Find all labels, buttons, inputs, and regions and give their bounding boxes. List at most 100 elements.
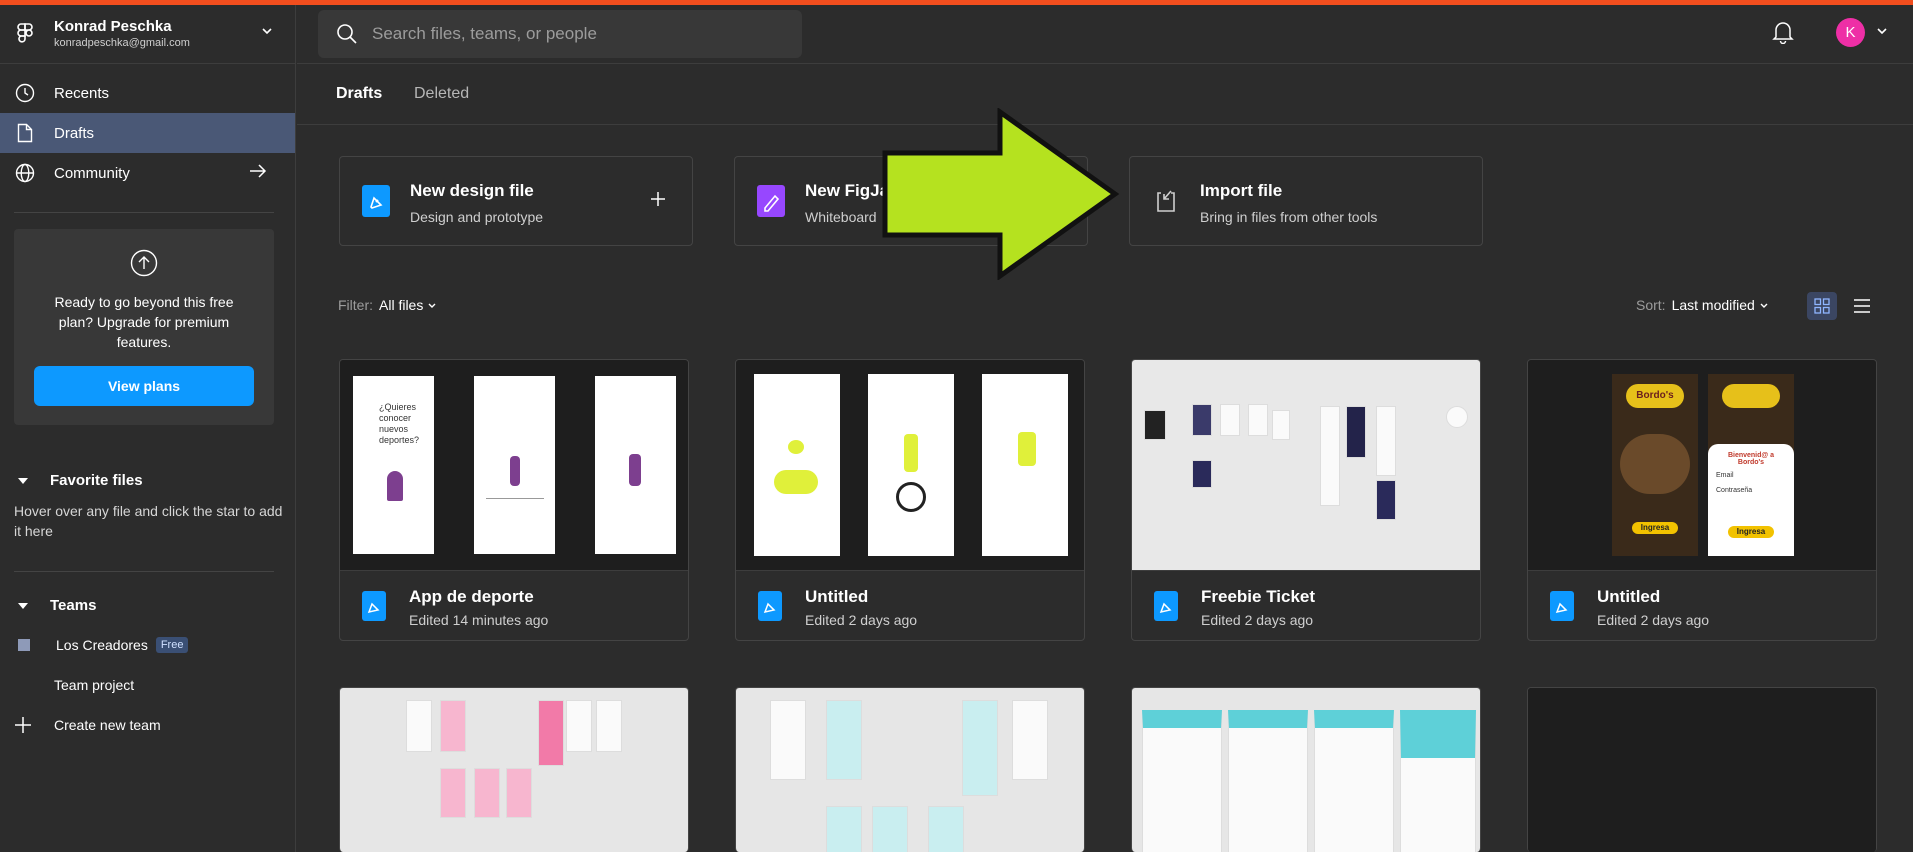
new-design-file-card[interactable]: New design file Design and prototype (339, 156, 693, 246)
file-card[interactable] (1527, 687, 1877, 852)
import-file-card[interactable]: Import file Bring in files from other to… (1129, 156, 1483, 246)
favorite-files-heading: Favorite files (50, 472, 143, 489)
sidebar: Konrad Peschka konradpeschka@gmail.com R… (0, 5, 296, 852)
sort-dropdown[interactable]: Sort: Last modified (1636, 297, 1769, 313)
chevron-down-icon (262, 28, 272, 35)
card-subtitle: Whiteboard (805, 209, 877, 225)
file-edited: Edited 2 days ago (805, 612, 918, 628)
team-project-label: Team project (54, 677, 135, 693)
file-card[interactable]: Freebie Ticket Edited 2 days ago (1131, 359, 1481, 641)
thumbnail-button: Ingresa (1632, 522, 1678, 534)
sort-value: Last modified (1671, 297, 1755, 313)
design-file-icon (362, 185, 390, 217)
filter-label: Filter: (338, 297, 373, 313)
figma-logo-icon (17, 23, 33, 43)
triangle-down-icon (18, 602, 28, 609)
teams-toggle[interactable]: Teams (14, 597, 96, 614)
account-name: Konrad Peschka (54, 18, 172, 35)
grid-view-button[interactable] (1807, 292, 1837, 320)
design-file-icon (1154, 591, 1178, 621)
tab-drafts[interactable]: Drafts (336, 85, 382, 103)
file-card[interactable] (735, 687, 1085, 852)
sidebar-item-community[interactable]: Community (0, 153, 295, 193)
file-edited: Edited 14 minutes ago (409, 612, 549, 628)
file-name: App de deporte (409, 587, 534, 606)
chevron-down-icon (1760, 303, 1768, 308)
thumbnail-text: ¿Quieres conocer nuevos deportes? (379, 402, 420, 445)
file-thumbnail: ¿Quieres conocer nuevos deportes? (340, 360, 688, 570)
filter-dropdown[interactable]: Filter: All files (338, 297, 437, 313)
upgrade-text: Ready to go beyond this free plan? Upgra… (54, 294, 234, 350)
annotation-arrow-icon (882, 108, 1120, 280)
bell-icon[interactable] (1772, 20, 1794, 44)
favorites-hint: Hover over any file and click the star t… (14, 503, 283, 539)
file-thumbnail (1132, 360, 1480, 570)
plus-icon (651, 192, 665, 206)
import-icon (1157, 190, 1175, 212)
design-file-icon (1550, 591, 1574, 621)
create-new-team-button[interactable]: Create new team (14, 716, 161, 734)
thumbnail-email: Email (1716, 472, 1734, 479)
thumbnail-welcome: Bienvenid@ a Bordo's (1727, 452, 1775, 466)
clock-icon (14, 82, 36, 104)
search-input[interactable]: Search files, teams, or people (318, 10, 802, 58)
file-card[interactable] (1131, 687, 1481, 852)
sidebar-item-drafts[interactable]: Drafts (0, 113, 295, 153)
view-plans-button[interactable]: View plans (34, 366, 254, 406)
file-thumbnail: Bordo's Ingresa Bienvenid@ a Bordo's Ema… (1528, 360, 1876, 570)
file-card[interactable] (339, 687, 689, 852)
file-card[interactable]: ¿Quieres conocer nuevos deportes? App de… (339, 359, 689, 641)
sidebar-item-recents[interactable]: Recents (0, 73, 295, 113)
account-email: konradpeschka@gmail.com (54, 37, 190, 49)
design-file-icon (758, 591, 782, 621)
filter-value: All files (379, 297, 424, 313)
sidebar-item-label: Recents (54, 84, 110, 102)
team-los-creadores[interactable]: Los Creadores Free (14, 637, 189, 653)
arrow-up-circle-icon (130, 249, 158, 277)
card-title: Import file (1200, 181, 1283, 200)
thumbnail-button: Ingresa (1728, 526, 1774, 538)
favorite-files-toggle[interactable]: Favorite files (14, 472, 143, 489)
sidebar-item-label: Drafts (54, 124, 95, 142)
file-card[interactable]: Untitled Edited 2 days ago (735, 359, 1085, 641)
avatar[interactable]: K (1836, 18, 1865, 47)
figjam-icon (757, 185, 785, 217)
file-thumbnail (736, 360, 1084, 570)
thumbnail-brand: Bordo's (1626, 384, 1684, 408)
sidebar-divider (14, 571, 274, 572)
file-edited: Edited 2 days ago (1597, 612, 1710, 628)
grid-icon (1814, 298, 1830, 314)
thumbnail-password: Contraseña (1716, 487, 1753, 494)
file-card[interactable]: Bordo's Ingresa Bienvenid@ a Bordo's Ema… (1527, 359, 1877, 641)
plan-badge: Free (155, 637, 189, 653)
globe-icon (14, 162, 36, 184)
design-file-icon (362, 591, 386, 621)
teams-heading: Teams (50, 597, 97, 614)
sidebar-item-label: Community (54, 164, 130, 182)
header-divider (297, 63, 1913, 64)
file-icon (14, 122, 36, 144)
plus-icon (15, 717, 31, 733)
chevron-down-icon (428, 303, 436, 308)
file-edited: Edited 2 days ago (1201, 612, 1314, 628)
team-name: Los Creadores (56, 637, 148, 653)
search-icon (337, 24, 357, 44)
list-icon (1854, 299, 1870, 313)
account-switcher[interactable]: Konrad Peschka konradpeschka@gmail.com (0, 5, 295, 64)
triangle-down-icon (18, 477, 28, 484)
create-team-label: Create new team (54, 717, 161, 733)
arrow-right-icon (250, 164, 267, 178)
file-thumbnail (736, 688, 1084, 852)
upgrade-card: Ready to go beyond this free plan? Upgra… (14, 229, 274, 425)
team-color-icon (18, 639, 30, 651)
sort-label: Sort: (1636, 297, 1666, 313)
file-name: Untitled (1597, 587, 1661, 606)
card-title: New design file (410, 181, 534, 200)
list-view-button[interactable] (1847, 292, 1877, 320)
tab-deleted[interactable]: Deleted (414, 85, 469, 103)
search-placeholder: Search files, teams, or people (372, 24, 597, 43)
card-subtitle: Bring in files from other tools (1200, 209, 1378, 225)
file-thumbnail (1132, 688, 1480, 852)
team-project-link[interactable]: Team project (54, 677, 134, 693)
chevron-down-icon[interactable] (1876, 27, 1888, 35)
